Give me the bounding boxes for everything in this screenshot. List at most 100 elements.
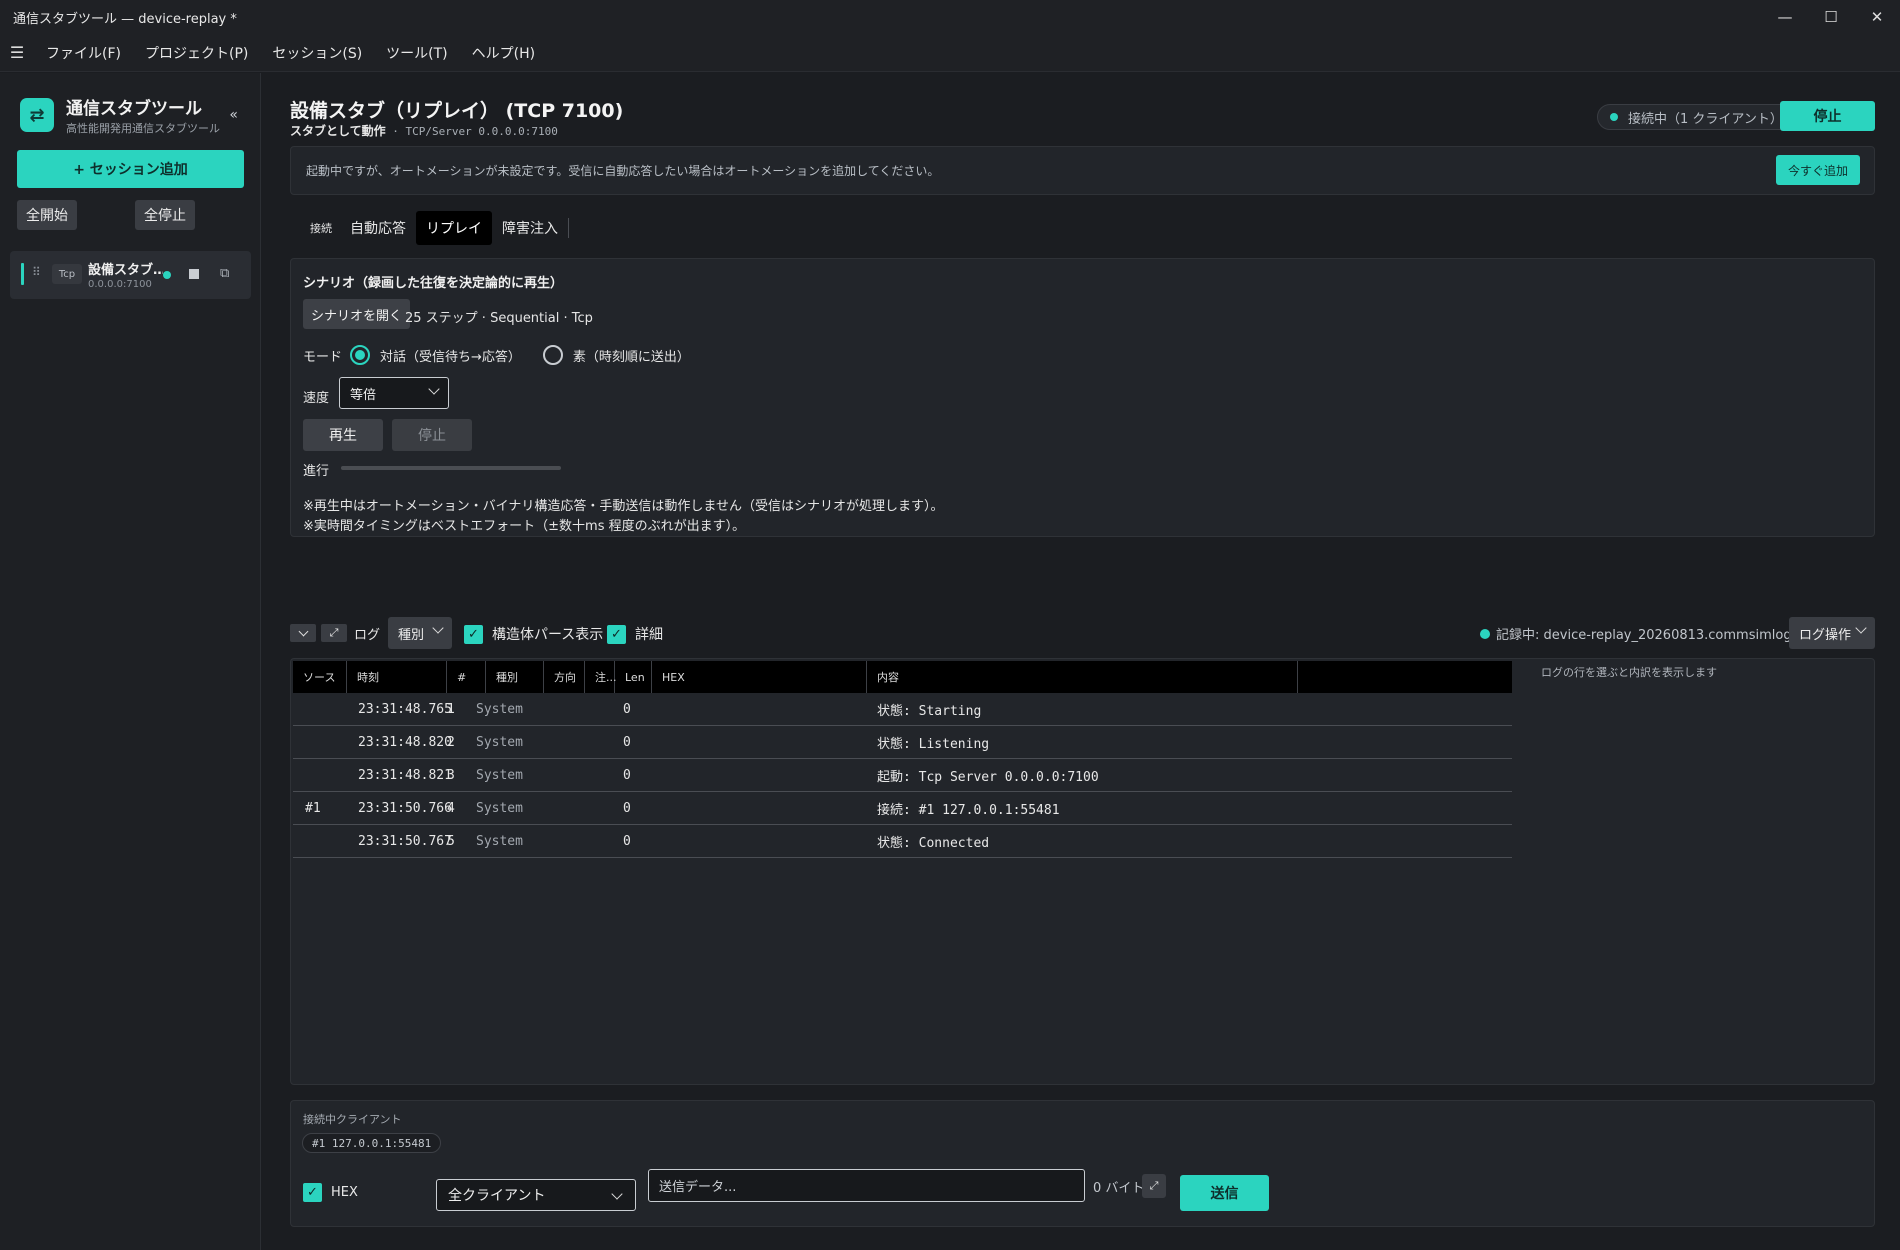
table-row[interactable]: #1 23:31:50.766 4 System 0 接続: #1 127.0.0.1:5… — [293, 792, 1512, 825]
cell-content: 起動: Tcp Server 0.0.0.0:7100 — [877, 770, 1099, 785]
checkbox-checked-icon[interactable]: ✓ — [303, 1183, 322, 1202]
recording-dot-icon — [1480, 628, 1490, 639]
log-operations-dropdown[interactable]: ログ操作 — [1789, 617, 1875, 649]
connected-clients-label: 接続中クライアント — [303, 1113, 402, 1126]
tab-replay[interactable]: リプレイ — [416, 211, 492, 245]
menu-session[interactable]: セッション(S) — [260, 43, 374, 63]
add-session-button[interactable]: + セッション追加 — [17, 150, 244, 188]
column-time[interactable]: 時刻 — [347, 661, 447, 693]
target-client-dropdown[interactable]: 全クライアント — [436, 1179, 636, 1211]
brand-subtitle: 高性能開発用通信スタブツール — [66, 122, 220, 135]
column-source[interactable]: ソース — [293, 661, 347, 693]
cell-time: 23:31:50.766 — [358, 801, 452, 816]
tab-fault-injection[interactable]: 障害注入 — [492, 211, 568, 245]
add-automation-button[interactable]: 今すぐ追加 — [1776, 155, 1860, 185]
replay-note-1: ※再生中はオートメーション・バイナリ構造応答・手動送信は動作しません（受信はシナ… — [303, 499, 944, 514]
mode-row: モード 対話（受信待ち→応答） 素（時刻順に送出） — [303, 345, 690, 365]
expand-editor-icon[interactable]: ⤢ — [1142, 1174, 1166, 1198]
cell-kind: System — [476, 834, 523, 849]
column-number[interactable]: # — [447, 661, 486, 693]
send-data-input[interactable]: 送信データ... — [648, 1169, 1085, 1202]
cell-time: 23:31:50.767 — [358, 834, 452, 849]
cell-kind: System — [476, 702, 523, 717]
log-rows: 23:31:48.765 1 System 0 状態: Starting 23:31:48… — [293, 693, 1512, 858]
cell-number: 5 — [447, 834, 455, 849]
session-name: 設備スタブ… — [88, 263, 163, 278]
tab-auto-response[interactable]: 自動応答 — [340, 211, 416, 245]
struct-parse-toggle[interactable]: ✓ 構造体パース表示 — [464, 624, 603, 644]
cell-number: 3 — [447, 768, 455, 783]
cell-number: 4 — [447, 801, 455, 816]
mode-raw-radio[interactable] — [542, 345, 563, 365]
menu-help[interactable]: ヘルプ(H) — [460, 43, 547, 63]
table-row[interactable]: 23:31:48.765 1 System 0 状態: Starting — [293, 693, 1512, 726]
minimize-icon[interactable]: — — [1762, 0, 1808, 34]
cell-time: 23:31:48.820 — [358, 735, 452, 750]
client-chip[interactable]: #1 127.0.0.1:55481 — [302, 1133, 442, 1153]
role-label: スタブとして動作 — [290, 124, 386, 138]
maximize-icon[interactable]: ☐ — [1808, 0, 1854, 34]
collapse-log-button[interactable] — [290, 624, 316, 642]
duplicate-icon[interactable]: ⧉ — [220, 266, 229, 281]
column-note[interactable]: 注... — [585, 661, 617, 693]
column-direction[interactable]: 方向 — [544, 661, 585, 693]
cell-len: 0 — [623, 768, 631, 783]
cell-kind: System — [476, 768, 523, 783]
table-row[interactable]: 23:31:48.820 2 System 0 状態: Listening — [293, 726, 1512, 759]
page-title: 設備スタブ（リプレイ） (TCP 7100) — [290, 100, 624, 122]
close-icon[interactable]: ✕ — [1854, 0, 1900, 34]
cell-content: 接続: #1 127.0.0.1:55481 — [877, 803, 1060, 818]
endpoint-label: · TCP/Server 0.0.0.0:7100 — [385, 125, 558, 138]
cell-content: 状態: Listening — [877, 737, 990, 752]
session-item[interactable]: ⠿ Tcp 設備スタブ… 0.0.0.0:7100 ⧉ — [10, 251, 251, 299]
send-button[interactable]: 送信 — [1180, 1175, 1269, 1211]
hamburger-icon[interactable]: ☰ — [0, 43, 34, 62]
menu-project[interactable]: プロジェクト(P) — [133, 43, 260, 63]
send-data-placeholder: 送信データ... — [659, 1180, 737, 1195]
brand-title: 通信スタブツール — [66, 99, 202, 119]
column-len[interactable]: Len — [615, 661, 652, 693]
table-row[interactable]: 23:31:50.767 5 System 0 状態: Connected — [293, 825, 1512, 858]
kind-filter-dropdown[interactable]: 種別 — [388, 617, 452, 649]
replay-panel: シナリオ（録画した往復を決定論的に再生） シナリオを開く 25 ステップ · S… — [290, 258, 1875, 537]
play-button[interactable]: 再生 — [303, 419, 383, 451]
menu-tools[interactable]: ツール(T) — [374, 43, 459, 63]
replay-stop-button[interactable]: 停止 — [392, 419, 472, 451]
automation-notice: 起動中ですが、オートメーションが未設定です。受信に自動応答したい場合はオートメー… — [290, 146, 1875, 195]
checkbox-checked-icon[interactable]: ✓ — [464, 624, 483, 644]
chevron-down-icon — [428, 383, 440, 395]
log-table-header: ソース 時刻 # 種別 方向 注... Len HEX 内容 — [293, 661, 1512, 693]
tab-connection[interactable]: 接続 — [300, 211, 340, 245]
stop-icon[interactable] — [189, 269, 199, 279]
column-hex[interactable]: HEX — [652, 661, 867, 693]
detail-toggle[interactable]: ✓ 詳細 — [607, 624, 663, 644]
stop-server-button[interactable]: 停止 — [1780, 101, 1875, 131]
open-scenario-button[interactable]: シナリオを開く — [303, 299, 411, 329]
mode-raw-label[interactable]: 素（時刻順に送出） — [573, 346, 690, 365]
mode-dialog-radio[interactable] — [350, 345, 371, 365]
menu-file[interactable]: ファイル(F) — [34, 43, 133, 63]
connection-status-text: 接続中（1 クライアント） — [1628, 111, 1783, 127]
column-kind[interactable]: 種別 — [486, 661, 544, 693]
protocol-chip: Tcp — [52, 264, 82, 284]
cell-time: 23:31:48.821 — [358, 768, 452, 783]
swap-arrows-icon: ⇄ — [20, 98, 54, 132]
log-area: ソース 時刻 # 種別 方向 注... Len HEX 内容 23:31:48.… — [290, 658, 1875, 1085]
tab-bar: 接続 自動応答 リプレイ 障害注入 — [300, 211, 569, 245]
drag-handle-icon[interactable]: ⠿ — [32, 265, 41, 279]
hex-toggle[interactable]: ✓ HEX — [303, 1183, 358, 1202]
mode-dialog-label[interactable]: 対話（受信待ち→応答） — [380, 346, 521, 365]
start-all-button[interactable]: 全開始 — [17, 200, 77, 230]
hex-label: HEX — [331, 1185, 358, 1200]
struct-parse-label: 構造体パース表示 — [492, 627, 604, 643]
checkbox-checked-icon[interactable]: ✓ — [607, 624, 626, 644]
session-address: 0.0.0.0:7100 — [88, 279, 152, 290]
collapse-sidebar-icon[interactable]: « — [229, 107, 238, 123]
speed-select[interactable]: 等倍 — [339, 377, 449, 409]
stop-all-button[interactable]: 全停止 — [135, 200, 195, 230]
table-row[interactable]: 23:31:48.821 3 System 0 起動: Tcp Server 0.0.0… — [293, 759, 1512, 792]
progress-label: 進行 — [303, 464, 330, 479]
cell-content: 状態: Connected — [877, 836, 990, 851]
column-content[interactable]: 内容 — [867, 661, 1298, 693]
expand-icon[interactable]: ⤢ — [321, 624, 347, 642]
